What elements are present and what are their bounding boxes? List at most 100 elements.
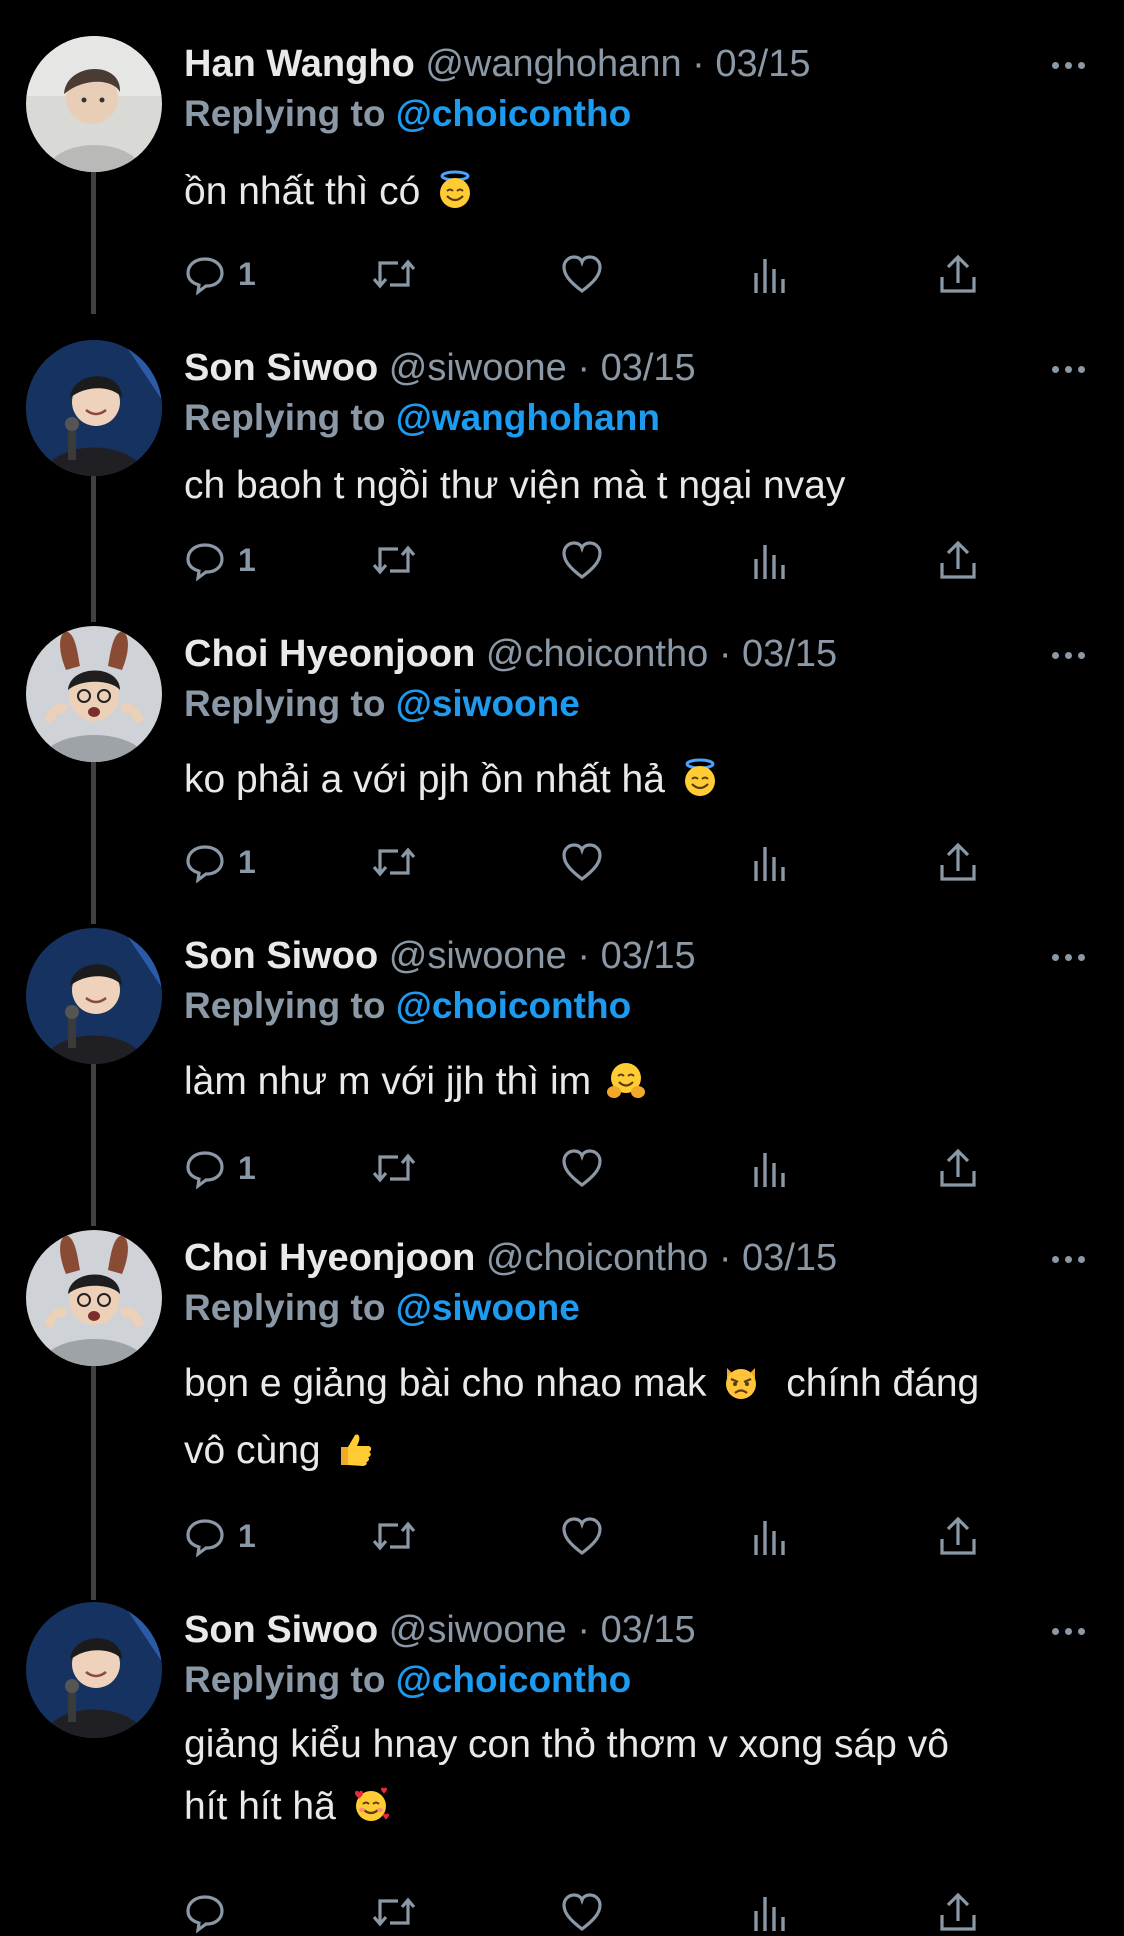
tweet-date[interactable]: 03/15 bbox=[742, 1237, 837, 1279]
replying-to: Replying to @choicontho bbox=[184, 1654, 631, 1706]
tweet-date[interactable]: 03/15 bbox=[742, 633, 837, 675]
display-name[interactable]: Son Siwoo bbox=[184, 935, 378, 977]
more-icon[interactable] bbox=[1052, 652, 1086, 660]
share-button[interactable] bbox=[938, 838, 978, 886]
avatar[interactable] bbox=[26, 928, 162, 1064]
more-icon[interactable] bbox=[1052, 1628, 1086, 1636]
retweet-button[interactable] bbox=[370, 536, 418, 584]
tweet-header: Han Wangho @wanghohann · 03/15 bbox=[184, 36, 810, 92]
views-button[interactable] bbox=[752, 536, 788, 584]
display-name[interactable]: Choi Hyeonjoon bbox=[184, 1237, 475, 1279]
replying-to-label: Replying to bbox=[184, 93, 386, 134]
reply-button[interactable]: 1 bbox=[184, 1144, 256, 1192]
display-name[interactable]: Son Siwoo bbox=[184, 347, 378, 389]
avatar[interactable] bbox=[26, 36, 162, 172]
tweet[interactable]: Choi Hyeonjoon @choicontho · 03/15 Reply… bbox=[0, 626, 1124, 906]
like-button[interactable] bbox=[560, 1144, 604, 1192]
views-icon bbox=[754, 259, 785, 293]
more-icon[interactable] bbox=[1052, 954, 1086, 962]
reply-button[interactable]: 1 bbox=[184, 838, 256, 886]
reply-button[interactable]: 1 bbox=[184, 1512, 256, 1560]
like-button[interactable] bbox=[560, 536, 604, 584]
tweet-header: Choi Hyeonjoon @choicontho · 03/15 bbox=[184, 626, 837, 682]
reply-icon bbox=[186, 1151, 224, 1189]
replying-to: Replying to @choicontho bbox=[184, 980, 631, 1032]
share-button[interactable] bbox=[938, 536, 978, 584]
reply-mention-link[interactable]: @wanghohann bbox=[396, 397, 660, 438]
user-handle[interactable]: @siwoone bbox=[389, 935, 567, 977]
tweet[interactable]: Son Siwoo @siwoone · 03/15 Replying to @… bbox=[0, 928, 1124, 1208]
tweet-actions: 1 bbox=[184, 536, 984, 584]
views-button[interactable] bbox=[752, 1888, 788, 1936]
reply-mention-link[interactable]: @choicontho bbox=[396, 985, 631, 1026]
tweet-text-content: ko phải a với pjh ồn nhất hả bbox=[184, 758, 665, 801]
tweet-header: Choi Hyeonjoon @choicontho · 03/15 bbox=[184, 1230, 837, 1286]
separator-dot: · bbox=[577, 935, 590, 977]
retweet-button[interactable] bbox=[370, 250, 418, 298]
reply-button[interactable] bbox=[184, 1888, 238, 1936]
user-handle[interactable]: @choicontho bbox=[486, 633, 708, 675]
views-button[interactable] bbox=[752, 1144, 788, 1192]
retweet-button[interactable] bbox=[370, 1144, 418, 1192]
avatar[interactable] bbox=[26, 1602, 162, 1738]
avatar[interactable] bbox=[26, 340, 162, 476]
tweet-date[interactable]: 03/15 bbox=[601, 1609, 696, 1651]
views-icon bbox=[754, 847, 785, 881]
tweet-header: Son Siwoo @siwoone · 03/15 bbox=[184, 928, 696, 984]
like-button[interactable] bbox=[560, 838, 604, 886]
retweet-button[interactable] bbox=[370, 1888, 418, 1936]
share-button[interactable] bbox=[938, 1144, 978, 1192]
display-name[interactable]: Choi Hyeonjoon bbox=[184, 633, 475, 675]
share-button[interactable] bbox=[938, 1888, 978, 1936]
reply-button[interactable]: 1 bbox=[184, 250, 256, 298]
tweet[interactable]: Choi Hyeonjoon @choicontho · 03/15 Reply… bbox=[0, 1230, 1124, 1570]
tweet-text-content: chính đáng bbox=[786, 1362, 980, 1405]
more-icon[interactable] bbox=[1052, 366, 1086, 374]
separator-dot: · bbox=[692, 43, 705, 85]
user-handle[interactable]: @choicontho bbox=[486, 1237, 708, 1279]
display-name[interactable]: Han Wangho bbox=[184, 43, 415, 85]
tweet[interactable]: Son Siwoo @siwoone · 03/15 Replying to @… bbox=[0, 340, 1124, 600]
separator-dot: · bbox=[577, 347, 590, 389]
share-icon bbox=[940, 842, 976, 881]
display-name[interactable]: Son Siwoo bbox=[184, 1609, 378, 1651]
tweet[interactable]: Han Wangho @wanghohann · 03/15 Replying … bbox=[0, 36, 1124, 306]
heart-icon bbox=[562, 1149, 602, 1188]
more-icon[interactable] bbox=[1052, 1256, 1086, 1264]
retweet-button[interactable] bbox=[370, 1512, 418, 1560]
separator-dot: · bbox=[577, 1609, 590, 1651]
tweet-date[interactable]: 03/15 bbox=[601, 347, 696, 389]
separator-dot: · bbox=[718, 633, 732, 675]
user-handle[interactable]: @siwoone bbox=[389, 1609, 567, 1651]
tweet-actions: 1 bbox=[184, 250, 984, 298]
views-button[interactable] bbox=[752, 1512, 788, 1560]
tweet[interactable]: Son Siwoo @siwoone · 03/15 Replying to @… bbox=[0, 1602, 1124, 1933]
retweet-icon bbox=[372, 1153, 416, 1183]
share-button[interactable] bbox=[938, 1512, 978, 1560]
like-button[interactable] bbox=[560, 250, 604, 298]
reply-mention-link[interactable]: @choicontho bbox=[396, 1659, 631, 1700]
tweet-date[interactable]: 03/15 bbox=[715, 43, 810, 85]
reply-button[interactable]: 1 bbox=[184, 536, 256, 584]
reply-mention-link[interactable]: @siwoone bbox=[396, 683, 580, 724]
views-button[interactable] bbox=[752, 838, 788, 886]
tweet-text-line: bọn e giảng bài cho nhao mak chính đáng bbox=[184, 1350, 1084, 1417]
reply-mention-link[interactable]: @choicontho bbox=[396, 93, 631, 134]
retweet-button[interactable] bbox=[370, 838, 418, 886]
like-button[interactable] bbox=[560, 1512, 604, 1560]
user-handle[interactable]: @wanghohann bbox=[425, 43, 681, 85]
more-icon[interactable] bbox=[1052, 62, 1086, 70]
hugging-face-emoji bbox=[606, 1063, 645, 1098]
views-button[interactable] bbox=[752, 250, 788, 298]
user-handle[interactable]: @siwoone bbox=[389, 347, 567, 389]
tweet-date[interactable]: 03/15 bbox=[601, 935, 696, 977]
share-button[interactable] bbox=[938, 250, 978, 298]
reply-mention-link[interactable]: @siwoone bbox=[396, 1287, 580, 1328]
tweet-actions: 1 bbox=[184, 1512, 984, 1560]
heart-icon bbox=[562, 541, 602, 580]
like-button[interactable] bbox=[560, 1888, 604, 1936]
avatar[interactable] bbox=[26, 626, 162, 762]
replying-to: Replying to @siwoone bbox=[184, 1282, 580, 1334]
tweet-header: Son Siwoo @siwoone · 03/15 bbox=[184, 1602, 696, 1658]
avatar[interactable] bbox=[26, 1230, 162, 1366]
